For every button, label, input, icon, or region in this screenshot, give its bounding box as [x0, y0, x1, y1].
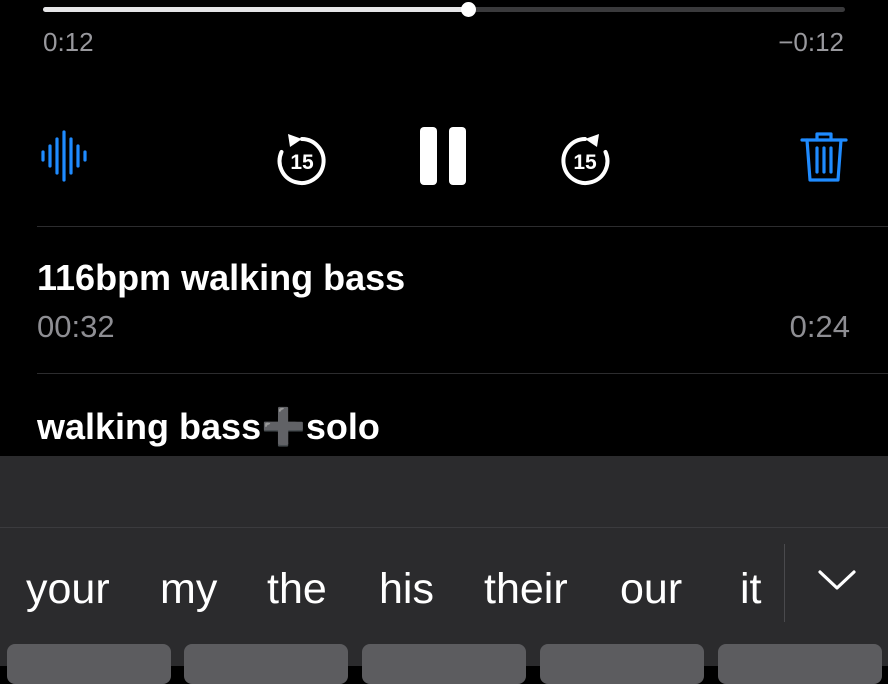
- trash-icon: [800, 132, 848, 182]
- skip-back-label: 15: [290, 151, 314, 174]
- keyboard-key[interactable]: [718, 644, 882, 684]
- skip-back-15-button[interactable]: 15: [272, 130, 332, 190]
- suggestion-their[interactable]: their: [484, 565, 568, 614]
- pause-button[interactable]: [418, 125, 468, 187]
- skip-forward-label: 15: [573, 151, 597, 174]
- pause-icon: [420, 127, 466, 185]
- keyboard-divider: [0, 527, 888, 528]
- suggestion-the[interactable]: the: [267, 565, 327, 614]
- keyboard-key[interactable]: [540, 644, 704, 684]
- dismiss-keyboard-button[interactable]: [816, 566, 858, 594]
- skip-back-icon: 15: [277, 134, 326, 185]
- keyboard-key[interactable]: [362, 644, 526, 684]
- suggestion-your[interactable]: your: [26, 565, 110, 614]
- keyboard-key[interactable]: [7, 644, 171, 684]
- skip-forward-icon: 15: [561, 134, 610, 185]
- recording-duration: 0:24: [789, 309, 850, 344]
- waveform-icon[interactable]: [40, 130, 88, 182]
- suggestion-it[interactable]: it: [740, 565, 762, 614]
- suggestion-his[interactable]: his: [379, 565, 434, 614]
- suggestion-our[interactable]: our: [620, 565, 682, 614]
- keyboard: [0, 456, 888, 666]
- suggestion-separator: [784, 544, 785, 622]
- skip-forward-15-button[interactable]: 15: [555, 130, 615, 190]
- recording-row[interactable]: walking bass➕solo: [0, 374, 888, 456]
- keyboard-key[interactable]: [184, 644, 348, 684]
- recording-row[interactable]: 116bpm walking bass 00:32 0:24: [0, 227, 888, 373]
- delete-button[interactable]: [800, 130, 848, 184]
- recording-title: 116bpm walking bass: [37, 257, 406, 298]
- scrubber-progress: [43, 7, 469, 12]
- scrubber-knob[interactable]: [461, 2, 477, 17]
- playback-scrubber[interactable]: [43, 2, 845, 17]
- recording-date: 00:32: [37, 309, 115, 344]
- chevron-down-icon: [818, 570, 856, 590]
- elapsed-time: 0:12: [43, 27, 94, 57]
- recording-title: walking bass➕solo: [37, 406, 380, 447]
- remaining-time: −0:12: [778, 27, 844, 57]
- suggestion-my[interactable]: my: [160, 565, 217, 614]
